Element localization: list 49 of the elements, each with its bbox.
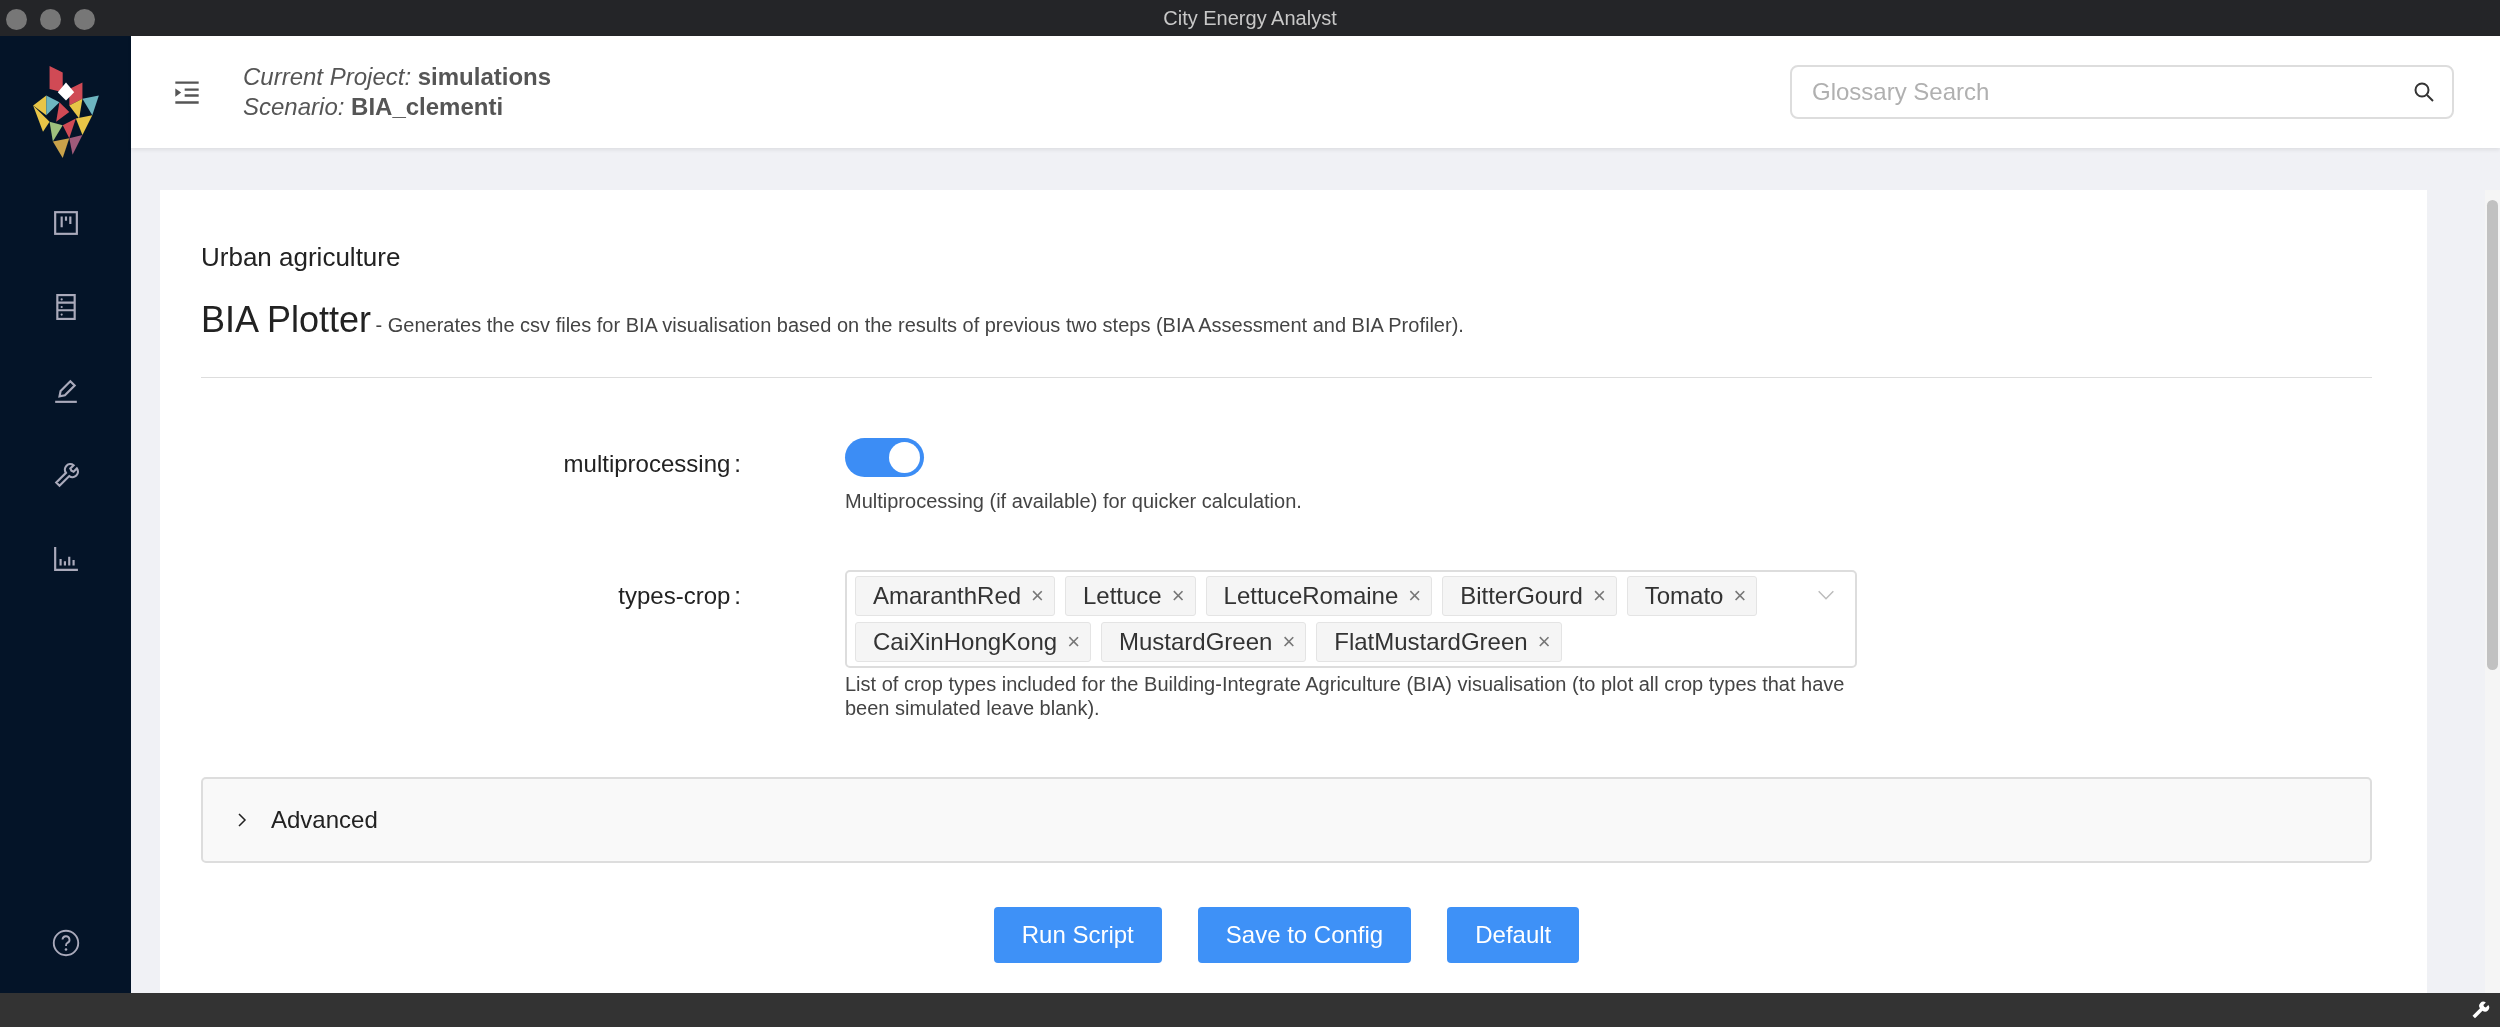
bar-chart-icon[interactable]: [52, 546, 79, 572]
advanced-panel[interactable]: Advanced: [201, 777, 2372, 863]
tag-label: AmaranthRed: [873, 582, 1022, 610]
action-button[interactable]: Save to Config: [1197, 907, 1412, 963]
remove-tag-button[interactable]: ×: [1408, 583, 1422, 609]
tool-description: - Generates the csv files for BIA visualisation based on the results of previous two steps (BIA Assessment and BIA Profiler).: [375, 314, 1464, 336]
remove-tag-button[interactable]: ×: [1031, 583, 1044, 609]
remove-tag-button[interactable]: ×: [1171, 583, 1185, 609]
parameter-label: types-crop: [618, 582, 731, 609]
board-icon[interactable]: [52, 210, 79, 236]
remove-tag-button[interactable]: ×: [1537, 629, 1551, 655]
category-title: Urban agriculture: [201, 242, 402, 273]
minimize-window-button[interactable]: [40, 9, 61, 30]
tag-label: Lettuce: [1082, 582, 1162, 610]
tag-label: Tomato: [1644, 582, 1724, 610]
remove-tag-button[interactable]: ×: [1282, 629, 1296, 655]
tag-label: CaiXinHongKong: [873, 628, 1058, 656]
edit-icon[interactable]: [52, 378, 79, 404]
crop-select-field[interactable]: AmaranthRed × Lettuce × LettuceRomaine × BitterGourd × Tomato × CaiXinHongKong × MustardGreen × FlatMustardGreen ×: [845, 570, 1857, 668]
toggle-switch[interactable]: [845, 438, 924, 477]
advanced-label: Advanced: [271, 806, 378, 834]
tag-label: MustardGreen: [1119, 628, 1273, 656]
help-icon[interactable]: [51, 929, 80, 957]
logo-icon: [32, 66, 99, 158]
zoom-window-button[interactable]: [74, 9, 95, 30]
search-field[interactable]: Glossary Search: [1790, 65, 2454, 119]
search-icon[interactable]: [2412, 80, 2436, 104]
tool-title: BIA Plotter: [201, 299, 372, 340]
project-label: Current Project:: [243, 63, 412, 90]
colon-separator: :: [734, 450, 741, 477]
remove-tag-button[interactable]: ×: [1733, 583, 1747, 609]
window-title: City Energy Analyst: [1163, 6, 1337, 30]
wrench-icon[interactable]: [52, 462, 79, 488]
parameter-help-text: List of crop types included for the Building-Integrate Agriculture (BIA) visualisation (to plot all crop types that have been simulated leave blank).: [845, 672, 1846, 720]
parameter-help-text: Multiprocessing (if available) for quicker calculation.: [845, 489, 1302, 513]
scenario-label: Scenario:: [243, 93, 345, 120]
wrench-icon[interactable]: [2470, 1000, 2490, 1020]
scenario-name: BIA_clementi: [351, 93, 504, 120]
tag-label: FlatMustardGreen: [1334, 628, 1528, 656]
action-button[interactable]: Default: [1447, 907, 1580, 963]
parameter-label: multiprocessing: [563, 450, 731, 477]
tag-label: LettuceRomaine: [1223, 582, 1399, 610]
remove-tag-button[interactable]: ×: [1592, 583, 1606, 609]
colon-separator: :: [734, 582, 741, 609]
remove-tag-button[interactable]: ×: [1067, 629, 1080, 655]
action-button[interactable]: Run Script: [993, 907, 1162, 963]
close-window-button[interactable]: [6, 9, 27, 30]
tag-label: BitterGourd: [1460, 582, 1583, 610]
project-name: simulations: [417, 63, 552, 90]
